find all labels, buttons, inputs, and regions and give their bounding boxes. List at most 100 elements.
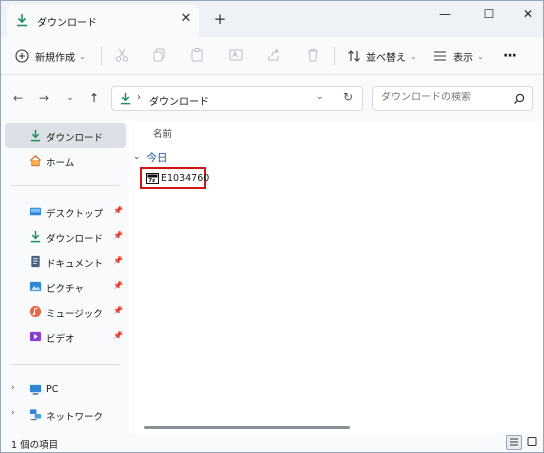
pin-icon: 📌 <box>113 331 123 340</box>
toolbar-divider <box>334 47 335 65</box>
pin-icon: 📌 <box>113 281 123 290</box>
search-input[interactable] <box>381 92 509 103</box>
sidebar-item-downloads[interactable]: ダウンロード <box>5 123 126 148</box>
pin-icon: 📌 <box>113 206 123 215</box>
close-button[interactable]: ✕ <box>516 6 540 22</box>
download-icon <box>30 129 41 142</box>
music-icon <box>29 305 42 318</box>
share-icon[interactable] <box>266 47 282 63</box>
sidebar-item-home[interactable]: ホーム <box>5 148 126 173</box>
chevron-down-icon: ⌄ <box>410 51 417 61</box>
sort-button[interactable]: 並べ替え ⌄ <box>347 46 417 66</box>
download-icon <box>17 14 27 27</box>
sidebar-item-downloads-pinned[interactable]: ダウンロード 📌 <box>5 224 126 249</box>
sidebar-item-label: ダウンロード <box>46 234 104 245</box>
view-button-label: 表示 <box>453 52 473 64</box>
rename-icon[interactable] <box>228 47 244 63</box>
horizontal-scrollbar[interactable] <box>144 426 350 429</box>
forward-arrow-icon[interactable]: → <box>37 91 51 105</box>
refresh-icon[interactable]: ↻ <box>341 90 355 104</box>
download-icon <box>30 230 41 243</box>
sidebar-item-documents[interactable]: ドキュメント 📌 <box>5 249 126 274</box>
search-box[interactable] <box>372 86 533 111</box>
cut-icon[interactable] <box>114 47 130 63</box>
breadcrumb-separator-icon: › <box>137 92 141 103</box>
document-icon <box>31 255 40 268</box>
new-tab-button[interactable]: + <box>212 11 228 27</box>
download-icon <box>120 92 131 105</box>
toolbar-divider <box>101 47 102 65</box>
chevron-down-icon[interactable]: ⌄ <box>316 92 324 102</box>
sidebar-item-label: ビデオ <box>46 334 75 345</box>
home-icon <box>29 154 42 167</box>
sidebar-item-pictures[interactable]: ピクチャ 📌 <box>5 274 126 299</box>
address-row: ← → ⌄ ↑ › ダウンロード ⌄ ↻ <box>1 75 543 121</box>
file-name: E1034760 <box>161 173 210 184</box>
sidebar-divider <box>11 364 119 365</box>
delete-icon[interactable] <box>305 47 321 63</box>
copy-icon[interactable] <box>151 47 167 63</box>
new-button[interactable]: 新規作成 ⌄ <box>15 46 86 66</box>
chevron-right-icon[interactable]: › <box>11 408 15 418</box>
breadcrumb-downloads[interactable]: ダウンロード <box>149 93 209 108</box>
more-options-button[interactable]: ··· <box>503 46 517 66</box>
search-icon[interactable] <box>513 93 525 105</box>
maximize-button[interactable]: ☐ <box>477 6 501 22</box>
new-button-label: 新規作成 <box>35 52 75 64</box>
chevron-down-icon: ⌄ <box>133 152 141 162</box>
navigation-pane: ダウンロード ホーム デスクトップ 📌 ダウンロード 📌 ドキュメント 📌 ピク… <box>1 121 129 433</box>
command-bar: 新規作成 ⌄ 並べ替え ⌄ 表示 ⌄ ··· <box>1 37 543 75</box>
sidebar-item-label: デスクトップ <box>46 209 104 220</box>
plus-circle-icon <box>15 49 29 63</box>
zip-archive-icon: 7z <box>146 173 159 184</box>
sidebar-item-desktop[interactable]: デスクトップ 📌 <box>5 199 126 224</box>
back-arrow-icon[interactable]: ← <box>11 91 25 105</box>
column-header-name[interactable]: 名前 <box>153 126 172 140</box>
view-button[interactable]: 表示 ⌄ <box>433 46 484 66</box>
paste-icon[interactable] <box>189 47 205 63</box>
item-count: 1 個の項目 <box>11 440 59 451</box>
group-header-today[interactable]: ⌄ 今日 <box>133 150 168 164</box>
large-icons-view-icon <box>527 437 537 446</box>
tab-title: ダウンロード <box>37 18 97 29</box>
tab-close-icon[interactable]: ✕ <box>179 12 193 26</box>
up-arrow-icon[interactable]: ↑ <box>87 91 101 105</box>
chevron-down-icon: ⌄ <box>477 51 484 61</box>
details-view-button[interactable] <box>506 435 522 450</box>
sidebar-item-pc[interactable]: › PC <box>5 377 126 402</box>
sidebar-item-label: ドキュメント <box>46 259 104 270</box>
pc-icon <box>29 384 42 395</box>
chevron-right-icon[interactable]: › <box>11 383 15 393</box>
sidebar-item-label: ピクチャ <box>46 284 84 295</box>
details-view-icon <box>510 438 518 446</box>
video-icon <box>29 331 42 342</box>
minimize-button[interactable]: — <box>433 6 457 22</box>
sidebar-item-label: ミュージック <box>46 309 103 320</box>
svg-text:7z: 7z <box>148 178 155 184</box>
group-label: 今日 <box>146 151 168 164</box>
chevron-down-icon: ⌄ <box>79 51 86 61</box>
sidebar-divider <box>11 185 119 186</box>
sidebar-item-label: PC <box>46 384 59 395</box>
view-icon <box>434 51 446 61</box>
sidebar-item-label: ホーム <box>46 158 75 169</box>
address-bar[interactable]: › ダウンロード ⌄ <box>111 86 363 111</box>
file-list-pane: 名前 ⌄ 今日 7z E1034760 <box>129 121 543 433</box>
pin-icon: 📌 <box>113 256 123 265</box>
tab-downloads[interactable]: ダウンロード ✕ <box>7 5 199 37</box>
pin-icon: 📌 <box>113 306 123 315</box>
network-icon <box>29 409 42 421</box>
sidebar-item-label: ネットワーク <box>46 412 104 423</box>
sidebar-item-videos[interactable]: ビデオ 📌 <box>5 324 126 349</box>
title-bar: ダウンロード ✕ + — ☐ ✕ <box>1 1 543 37</box>
recent-locations-icon[interactable]: ⌄ <box>63 91 77 105</box>
pin-icon: 📌 <box>113 231 123 240</box>
pictures-icon <box>29 281 42 292</box>
desktop-icon <box>29 207 42 216</box>
sidebar-item-network[interactable]: › ネットワーク <box>5 402 126 427</box>
sidebar-item-music[interactable]: ミュージック 📌 <box>5 299 126 324</box>
large-icons-view-button[interactable] <box>525 435 541 450</box>
sort-button-label: 並べ替え <box>366 52 406 64</box>
file-explorer-window: ダウンロード ✕ + — ☐ ✕ 新規作成 ⌄ 並べ替え ⌄ 表示 ⌄ ··· … <box>0 0 544 453</box>
file-item[interactable]: 7z E1034760 <box>140 167 210 189</box>
